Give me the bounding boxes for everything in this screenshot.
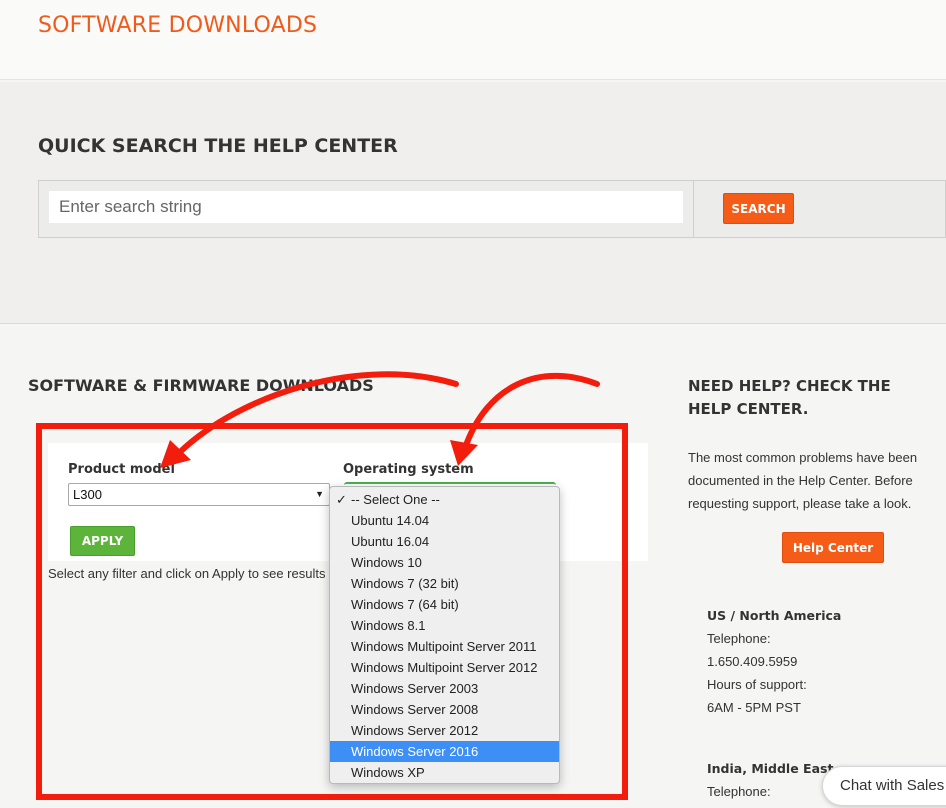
os-option[interactable]: Windows Server 2003 [330,678,559,699]
os-option[interactable]: Ubuntu 16.04 [330,531,559,552]
os-option[interactable]: Windows Server 2016 [330,741,559,762]
os-option-label: Windows Server 2016 [351,744,479,759]
operating-system-label: Operating system [343,462,474,477]
product-model-label: Product model [68,462,175,477]
product-model-select[interactable]: L300 ▼ [68,483,330,506]
os-option[interactable]: Windows 10 [330,552,559,573]
os-option[interactable]: ✓ -- Select One -- [330,489,559,510]
contact-hours: 6AM - 5PM PST [707,700,801,715]
contact-region: US / North America [707,608,842,623]
os-option-label: Windows Server 2003 [351,681,479,696]
contact-line: Telephone: [707,631,771,646]
os-option-label: Windows 7 (64 bit) [351,597,459,612]
checkmark-icon: ✓ [336,492,347,507]
product-model-value: L300 [73,487,102,502]
os-option[interactable]: Windows Multipoint Server 2012 [330,657,559,678]
os-option-label: Ubuntu 16.04 [351,534,430,549]
contact-block-us: US / North America Telephone: 1.650.409.… [707,604,907,719]
page-title: SOFTWARE DOWNLOADS [38,13,318,38]
os-option[interactable]: Windows Server 2012 [330,720,559,741]
os-option-label: Ubuntu 14.04 [351,513,430,528]
operating-system-dropdown-list[interactable]: ✓ -- Select One -- Ubuntu 14.04 Ubuntu 16.0… [329,486,560,784]
os-option-label: Windows 10 [351,555,422,570]
search-input[interactable] [49,191,683,223]
os-option[interactable]: Windows Multipoint Server 2011 [330,636,559,657]
os-option[interactable]: Ubuntu 14.04 [330,510,559,531]
downloads-heading: SOFTWARE & FIRMWARE DOWNLOADS [28,376,374,395]
search-heading: QUICK SEARCH THE HELP CENTER [38,135,398,157]
os-option[interactable]: Windows 7 (32 bit) [330,573,559,594]
os-option-label: Windows Multipoint Server 2011 [351,639,537,654]
apply-button[interactable]: APPLY [70,526,135,556]
dropdown-arrow-icon: ▼ [315,489,324,499]
os-option-label: Windows XP [351,765,425,780]
os-option[interactable]: Windows 8.1 [330,615,559,636]
contact-phone: 1.650.409.5959 [707,654,798,669]
contact-line: Hours of support: [707,677,807,692]
help-text: The most common problems have been docum… [688,450,918,511]
os-option-label: Windows 8.1 [351,618,426,633]
os-option[interactable]: Windows XP [330,762,559,783]
search-divider [693,181,694,237]
help-heading: NEED HELP? CHECK THE HELP CENTER. [688,377,891,418]
help-center-button[interactable]: Help Center [782,532,884,563]
os-option[interactable]: Windows Server 2008 [330,699,559,720]
annotation-arrow-os [462,373,600,451]
chat-with-sales-button[interactable]: Chat with Sales [822,766,946,806]
os-option-label: Windows 7 (32 bit) [351,576,459,591]
os-option[interactable]: Windows 7 (64 bit) [330,594,559,615]
os-option-label: -- Select One -- [351,492,440,507]
top-bar [0,0,946,80]
os-option-label: Windows Server 2012 [351,723,479,738]
search-button[interactable]: SEARCH [723,193,794,224]
filter-hint: Select any filter and click on Apply to … [48,566,326,581]
os-option-label: Windows Server 2008 [351,702,479,717]
os-option-label: Windows Multipoint Server 2012 [351,660,538,675]
